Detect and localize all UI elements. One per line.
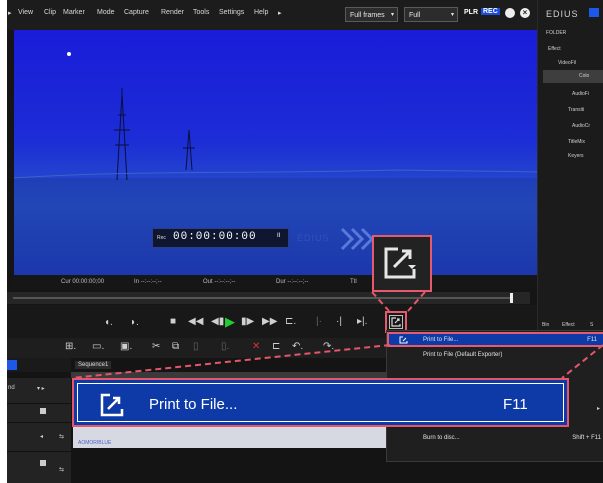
callout-connectors [71,291,603,379]
